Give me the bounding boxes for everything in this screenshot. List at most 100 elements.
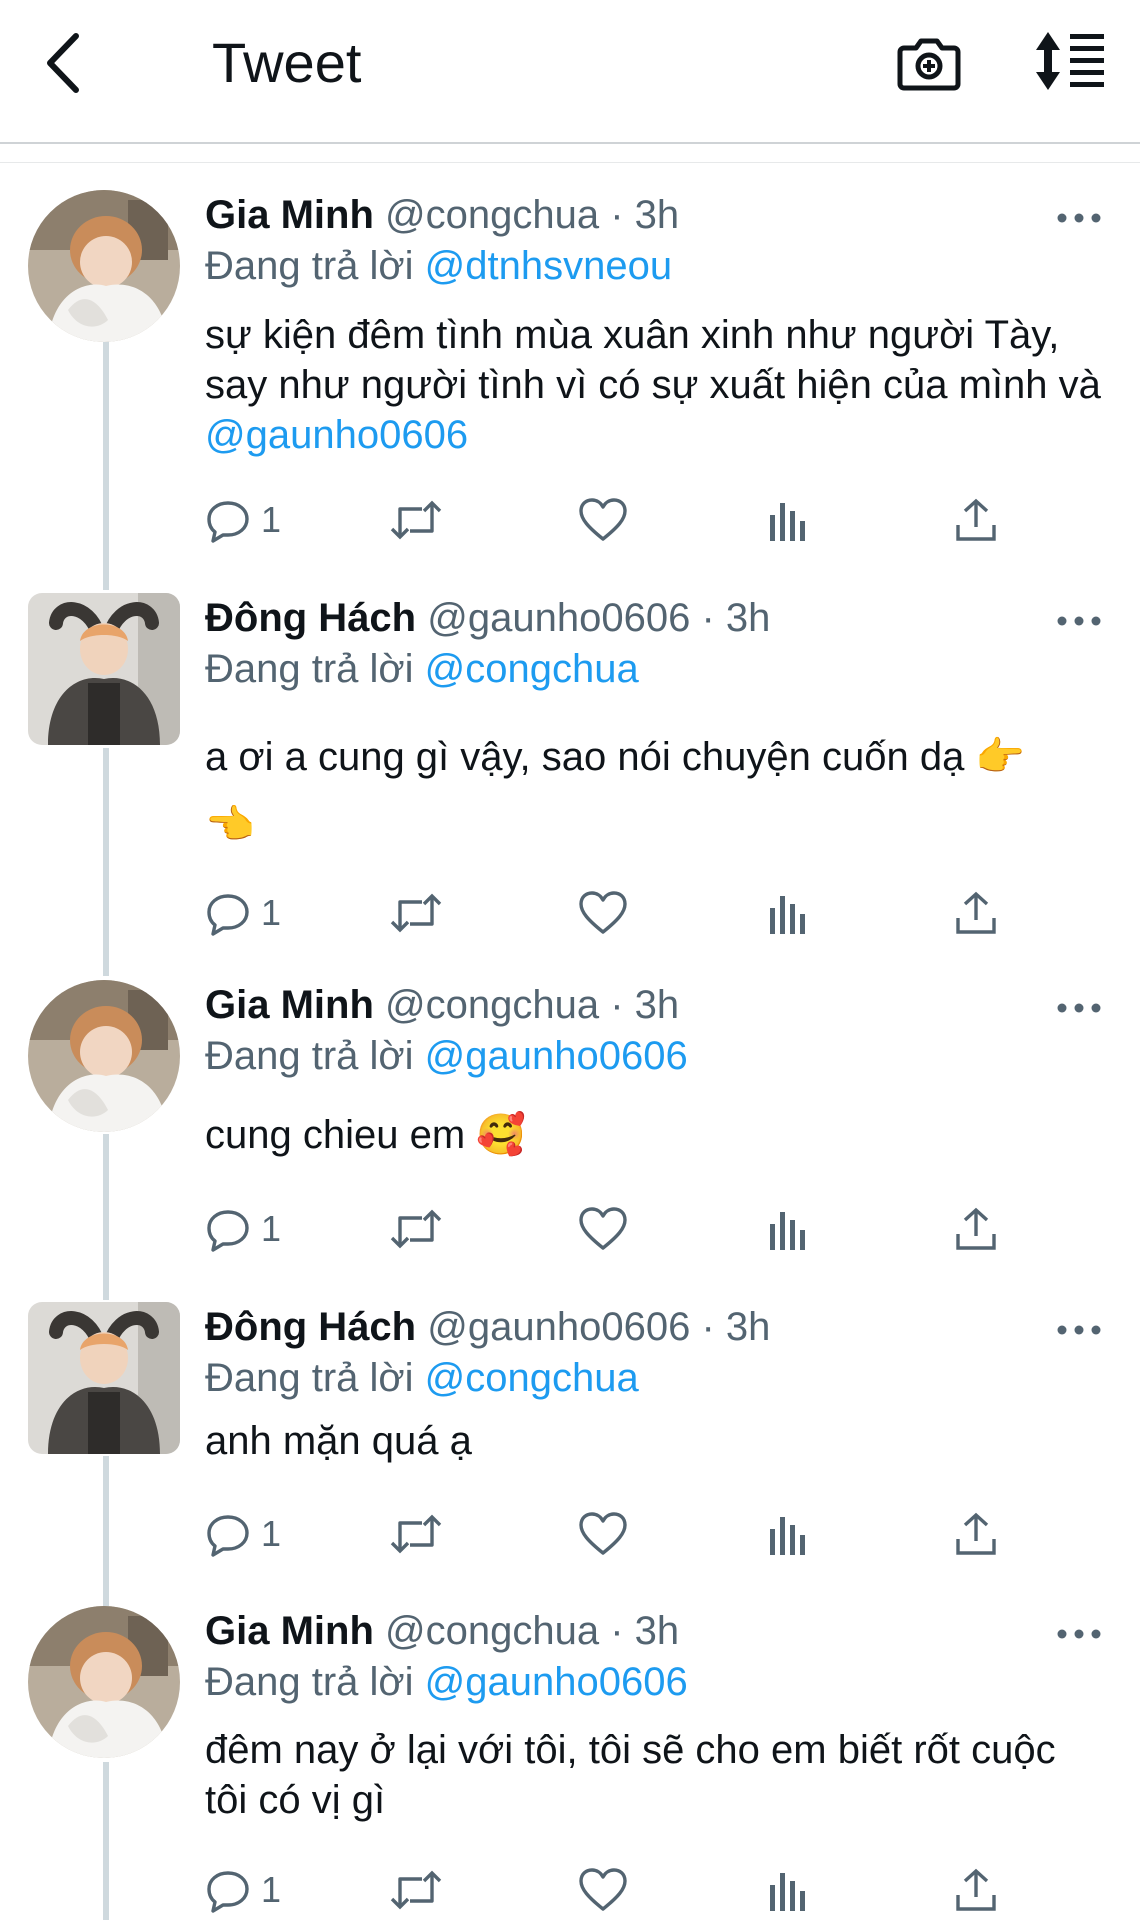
tweet-text: đêm nay ở lại với tôi, tôi sẽ cho em biế…	[205, 1728, 1056, 1822]
user-handle[interactable]: @congchua	[385, 983, 599, 1027]
analytics-icon	[770, 1517, 805, 1555]
share-button[interactable]	[953, 1199, 999, 1259]
text-mention[interactable]: @gaunho0606	[205, 413, 468, 457]
more-icon[interactable]	[1054, 208, 1104, 228]
more-icon[interactable]	[1054, 1624, 1104, 1644]
retweet-button[interactable]	[388, 1199, 444, 1259]
avatar[interactable]	[28, 593, 180, 745]
like-button[interactable]	[578, 1504, 628, 1564]
reply-prefix: Đang trả lời	[205, 244, 414, 288]
replying-to: Đang trả lời @gaunho0606	[205, 1657, 688, 1707]
tweet-text: anh mặn quá ạ	[205, 1419, 472, 1463]
reply-button[interactable]: 1	[205, 1860, 281, 1920]
share-button[interactable]	[953, 883, 999, 943]
display-name[interactable]: Đông Hách	[205, 1305, 416, 1349]
back-arrow-icon[interactable]	[40, 28, 90, 98]
user-handle[interactable]: @congchua	[385, 1609, 599, 1653]
retweet-button[interactable]	[388, 883, 444, 943]
retweet-icon	[390, 893, 442, 933]
user-handle[interactable]: @gaunho0606	[427, 1305, 690, 1349]
tweet-actions: 1	[205, 490, 1065, 550]
retweet-button[interactable]	[388, 490, 444, 550]
analytics-button[interactable]	[768, 1199, 808, 1259]
analytics-button[interactable]	[768, 883, 808, 943]
reply-prefix: Đang trả lời	[205, 1356, 414, 1400]
page-title: Tweet	[212, 31, 362, 94]
share-button[interactable]	[953, 1860, 999, 1920]
user-handle[interactable]: @congchua	[385, 193, 599, 237]
like-button[interactable]	[578, 490, 628, 550]
reply-button[interactable]: 1	[205, 490, 281, 550]
tweet-actions: 1	[205, 1860, 1065, 1920]
share-icon	[956, 1207, 996, 1250]
avatar[interactable]	[28, 190, 180, 342]
reply-mention[interactable]: @congchua	[425, 647, 639, 691]
share-icon	[956, 1512, 996, 1555]
retweet-button[interactable]	[388, 1504, 444, 1564]
replying-to: Đang trả lời @congchua	[205, 644, 639, 694]
replying-to: Đang trả lời @gaunho0606	[205, 1031, 688, 1081]
tweet[interactable]: Gia Minh @congchua · 3h Đang trả lời @ga…	[0, 972, 1140, 1292]
tweet[interactable]: Gia Minh @congchua · 3h Đang trả lời @ga…	[0, 1598, 1140, 1920]
timestamp: · 3h	[610, 1609, 680, 1653]
display-name[interactable]: Gia Minh	[205, 193, 374, 237]
share-button[interactable]	[953, 1504, 999, 1564]
reply-button[interactable]: 1	[205, 1199, 281, 1259]
like-button[interactable]	[578, 1860, 628, 1920]
reply-count: 1	[261, 1513, 282, 1554]
replying-to: Đang trả lời @congchua	[205, 1353, 639, 1403]
tweet-header: Đông Hách @gaunho0606 · 3h	[205, 593, 770, 643]
reply-mention[interactable]: @dtnhsvneou	[425, 244, 672, 288]
replying-to: Đang trả lời @dtnhsvneou	[205, 241, 672, 291]
tweet[interactable]: Đông Hách @gaunho0606 · 3h Đang trả lời …	[0, 1294, 1140, 1594]
user-handle[interactable]: @gaunho0606	[427, 596, 690, 640]
tweet-actions: 1	[205, 883, 1065, 943]
retweet-icon	[390, 1209, 442, 1249]
analytics-button[interactable]	[768, 1504, 808, 1564]
tweet[interactable]: Đông Hách @gaunho0606 · 3h Đang trả lời …	[0, 583, 1140, 973]
reply-mention[interactable]: @congchua	[425, 1356, 639, 1400]
avatar[interactable]	[28, 1302, 180, 1454]
header-divider-secondary	[0, 162, 1140, 163]
reply-mention[interactable]: @gaunho0606	[425, 1660, 688, 1704]
like-icon	[579, 1512, 627, 1555]
reply-mention[interactable]: @gaunho0606	[425, 1034, 688, 1078]
like-icon	[579, 498, 627, 541]
tweet-text: a ơi a cung gì vậy, sao nói chuyện cuốn …	[205, 735, 1026, 847]
more-icon[interactable]	[1054, 1320, 1104, 1340]
timestamp: · 3h	[701, 1305, 771, 1349]
like-icon	[579, 891, 627, 934]
retweet-icon	[390, 500, 442, 540]
reply-count: 1	[261, 892, 282, 933]
timestamp: · 3h	[610, 983, 680, 1027]
like-button[interactable]	[578, 883, 628, 943]
display-name[interactable]: Gia Minh	[205, 1609, 374, 1653]
analytics-icon	[770, 503, 805, 541]
retweet-button[interactable]	[388, 1860, 444, 1920]
reply-icon	[207, 1515, 249, 1557]
top-bar: Tweet	[0, 0, 1140, 142]
like-button[interactable]	[578, 1199, 628, 1259]
tweet[interactable]: Gia Minh @congchua · 3h Đang trả lời @dt…	[0, 180, 1140, 580]
share-icon	[956, 1868, 996, 1911]
avatar[interactable]	[28, 1606, 180, 1758]
display-name[interactable]: Đông Hách	[205, 596, 416, 640]
share-button[interactable]	[953, 490, 999, 550]
reply-button[interactable]: 1	[205, 883, 281, 943]
more-icon[interactable]	[1054, 998, 1104, 1018]
analytics-button[interactable]	[768, 490, 808, 550]
analytics-button[interactable]	[768, 1860, 808, 1920]
reply-button[interactable]: 1	[205, 1504, 281, 1564]
reply-count: 1	[261, 1208, 282, 1249]
avatar[interactable]	[28, 980, 180, 1132]
display-name[interactable]: Gia Minh	[205, 983, 374, 1027]
tweet-header: Gia Minh @congchua · 3h	[205, 980, 679, 1030]
camera-icon[interactable]	[896, 28, 962, 94]
sort-icon[interactable]	[1032, 28, 1108, 94]
analytics-icon	[770, 1873, 805, 1911]
more-icon[interactable]	[1054, 611, 1104, 631]
reply-icon	[207, 501, 249, 543]
reply-prefix: Đang trả lời	[205, 647, 414, 691]
tweet-text: sự kiện đêm tình mùa xuân xinh như người…	[205, 310, 1105, 460]
retweet-icon	[390, 1514, 442, 1554]
